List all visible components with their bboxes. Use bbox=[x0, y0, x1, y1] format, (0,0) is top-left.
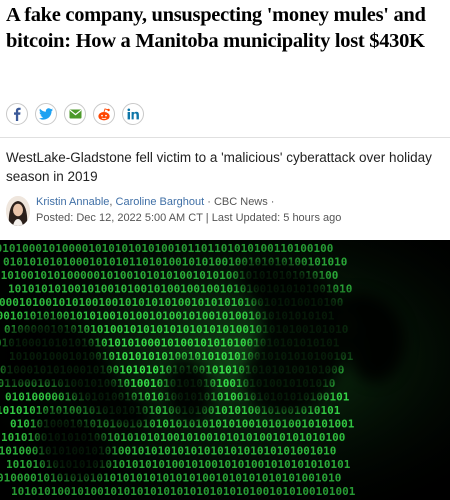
article-deck: WestLake-Gladstone fell victim to a 'mal… bbox=[6, 150, 432, 184]
author-link-2[interactable]: Caroline Barghout bbox=[116, 196, 205, 208]
hero-image: 1010100010100001010101010100101101101010… bbox=[0, 240, 450, 500]
binary-code-row: 0100001010101010101010101010101001010101… bbox=[0, 472, 341, 485]
posted-date: Posted: Dec 12, 2022 5:00 AM CT bbox=[36, 212, 203, 224]
facebook-icon bbox=[14, 107, 21, 121]
linkedin-share-button[interactable] bbox=[122, 103, 144, 125]
linkedin-icon bbox=[127, 108, 139, 120]
reddit-share-button[interactable] bbox=[93, 103, 115, 125]
author-line: Kristin Annable, Caroline Barghout · CBC… bbox=[36, 195, 274, 209]
meta-separator: | bbox=[202, 212, 212, 224]
reddit-icon bbox=[98, 107, 110, 120]
share-bar bbox=[6, 103, 144, 125]
email-share-button[interactable] bbox=[64, 103, 86, 125]
binary-code-row: 1010100010100001010101010100101101101010… bbox=[0, 242, 333, 255]
last-updated: Last Updated: 5 hours ago bbox=[211, 212, 342, 224]
byline: Kristin Annable, Caroline Barghout · CBC… bbox=[6, 195, 446, 229]
email-icon bbox=[69, 109, 81, 119]
author-link-1[interactable]: Kristin Annable bbox=[36, 196, 109, 208]
dateline: Posted: Dec 12, 2022 5:00 AM CT | Last U… bbox=[36, 211, 341, 225]
twitter-share-button[interactable] bbox=[35, 103, 57, 125]
source-label: · CBC News · bbox=[204, 196, 275, 208]
binary-code-row: 1010101001010010101010101010101010101001… bbox=[11, 485, 356, 498]
article-headline: A fake company, unsuspecting 'money mule… bbox=[6, 4, 426, 52]
binary-code-image: 1010100010100001010101010100101101101010… bbox=[0, 240, 450, 500]
divider bbox=[0, 137, 450, 138]
twitter-icon bbox=[39, 108, 53, 120]
author-avatar bbox=[6, 196, 30, 226]
facebook-share-button[interactable] bbox=[6, 103, 28, 125]
